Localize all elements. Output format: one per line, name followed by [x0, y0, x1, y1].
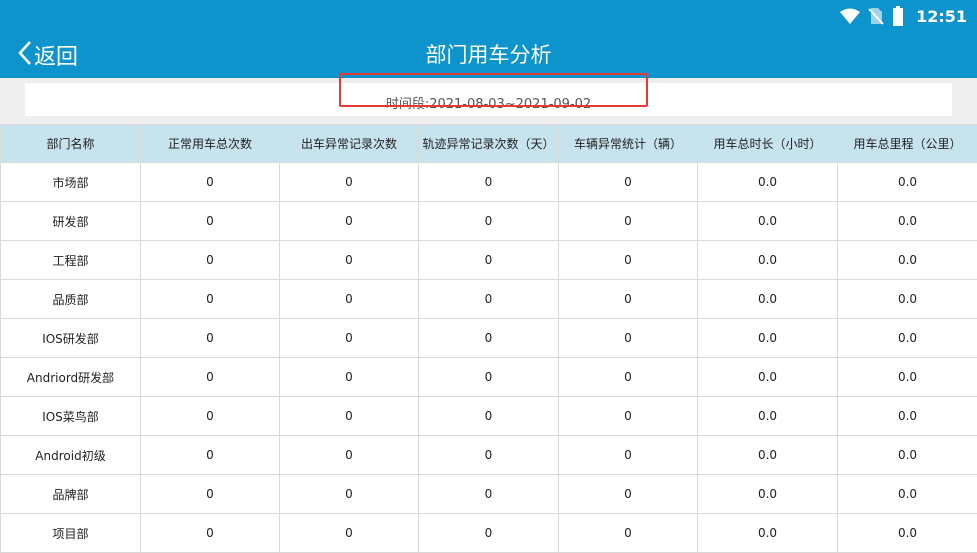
- table-cell: 0.0: [698, 202, 838, 241]
- table-row[interactable]: IOS菜鸟部00000.00.0: [1, 397, 977, 436]
- column-header: 出车异常记录次数: [280, 125, 419, 163]
- table-cell: 0.0: [838, 202, 977, 241]
- column-header: 轨迹异常记录次数（天）: [419, 125, 559, 163]
- table-row[interactable]: IOS研发部00000.00.0: [1, 319, 977, 358]
- table-cell: 0: [559, 358, 698, 397]
- table-cell: 0: [419, 397, 559, 436]
- table-row[interactable]: 市场部00000.00.0: [1, 163, 977, 202]
- table-cell: 0.0: [698, 241, 838, 280]
- table-cell: 0.0: [838, 358, 977, 397]
- table-cell: 0: [559, 514, 698, 553]
- table-cell: 0: [419, 436, 559, 475]
- table-cell: 0: [141, 163, 280, 202]
- department-name-cell: 市场部: [1, 163, 141, 202]
- table-cell: 0.0: [838, 163, 977, 202]
- table-cell: 0: [419, 280, 559, 319]
- table-cell: 0.0: [698, 475, 838, 514]
- table-cell: 0: [559, 163, 698, 202]
- table-row[interactable]: 品牌部00000.00.0: [1, 475, 977, 514]
- table-cell: 0: [559, 241, 698, 280]
- page-title: 部门用车分析: [0, 40, 977, 70]
- department-name-cell: 品质部: [1, 280, 141, 319]
- table-cell: 0.0: [838, 241, 977, 280]
- table-row[interactable]: Andriord研发部00000.00.0: [1, 358, 977, 397]
- table-cell: 0.0: [698, 163, 838, 202]
- table-cell: 0: [559, 319, 698, 358]
- table-cell: 0: [419, 319, 559, 358]
- wifi-icon: [840, 8, 860, 24]
- table-cell: 0: [141, 280, 280, 319]
- table-cell: 0.0: [838, 514, 977, 553]
- table-cell: 0: [280, 202, 419, 241]
- table-cell: 0.0: [698, 319, 838, 358]
- department-name-cell: 品牌部: [1, 475, 141, 514]
- table-cell: 0: [141, 358, 280, 397]
- department-name-cell: IOS菜鸟部: [1, 397, 141, 436]
- no-sim-icon: [868, 7, 884, 25]
- table-cell: 0: [280, 163, 419, 202]
- table-cell: 0: [280, 319, 419, 358]
- table-cell: 0.0: [838, 319, 977, 358]
- table-cell: 0: [559, 436, 698, 475]
- table-cell: 0: [559, 397, 698, 436]
- table-cell: 0.0: [698, 514, 838, 553]
- table-cell: 0: [559, 475, 698, 514]
- table-cell: 0: [419, 358, 559, 397]
- table-cell: 0.0: [698, 436, 838, 475]
- table-cell: 0: [280, 436, 419, 475]
- table-row[interactable]: Android初级00000.00.0: [1, 436, 977, 475]
- table-cell: 0: [280, 475, 419, 514]
- column-header: 车辆异常统计（辆）: [559, 125, 698, 163]
- table-cell: 0: [419, 163, 559, 202]
- table-cell: 0.0: [698, 280, 838, 319]
- table-cell: 0: [419, 202, 559, 241]
- table-cell: 0: [419, 514, 559, 553]
- table-cell: 0: [141, 475, 280, 514]
- table-cell: 0: [280, 514, 419, 553]
- table-cell: 0: [141, 319, 280, 358]
- department-name-cell: Android初级: [1, 436, 141, 475]
- department-name-cell: 项目部: [1, 514, 141, 553]
- table-cell: 0: [141, 514, 280, 553]
- table-cell: 0: [559, 280, 698, 319]
- table-cell: 0: [280, 280, 419, 319]
- battery-icon: [892, 6, 904, 26]
- highlight-box: [339, 73, 648, 107]
- table-row[interactable]: 研发部00000.00.0: [1, 202, 977, 241]
- column-header: 用车总时长（小时）: [698, 125, 838, 163]
- table-cell: 0.0: [838, 397, 977, 436]
- table-cell: 0.0: [838, 280, 977, 319]
- status-bar: 12:51: [840, 4, 967, 28]
- column-header: 用车总里程（公里）: [838, 125, 977, 163]
- table-cell: 0: [280, 397, 419, 436]
- status-time: 12:51: [916, 7, 967, 26]
- table-header-row: 部门名称正常用车总次数出车异常记录次数轨迹异常记录次数（天）车辆异常统计（辆）用…: [1, 125, 977, 163]
- table-cell: 0: [419, 241, 559, 280]
- department-name-cell: 工程部: [1, 241, 141, 280]
- table-cell: 0: [141, 241, 280, 280]
- table-cell: 0: [280, 241, 419, 280]
- column-header: 正常用车总次数: [141, 125, 280, 163]
- column-header: 部门名称: [1, 125, 141, 163]
- table-cell: 0: [419, 475, 559, 514]
- app-bar: 12:51 返回 部门用车分析: [0, 0, 977, 78]
- table-row[interactable]: 品质部00000.00.0: [1, 280, 977, 319]
- table-cell: 0.0: [838, 475, 977, 514]
- table-cell: 0.0: [838, 436, 977, 475]
- table-cell: 0: [141, 202, 280, 241]
- stats-table: 部门名称正常用车总次数出车异常记录次数轨迹异常记录次数（天）车辆异常统计（辆）用…: [0, 124, 977, 553]
- department-name-cell: Andriord研发部: [1, 358, 141, 397]
- table-cell: 0: [280, 358, 419, 397]
- table-cell: 0: [141, 436, 280, 475]
- table-cell: 0.0: [698, 358, 838, 397]
- department-name-cell: IOS研发部: [1, 319, 141, 358]
- table-cell: 0: [141, 397, 280, 436]
- table-row[interactable]: 工程部00000.00.0: [1, 241, 977, 280]
- department-name-cell: 研发部: [1, 202, 141, 241]
- table-cell: 0: [559, 202, 698, 241]
- table-row[interactable]: 项目部00000.00.0: [1, 514, 977, 553]
- table-cell: 0.0: [698, 397, 838, 436]
